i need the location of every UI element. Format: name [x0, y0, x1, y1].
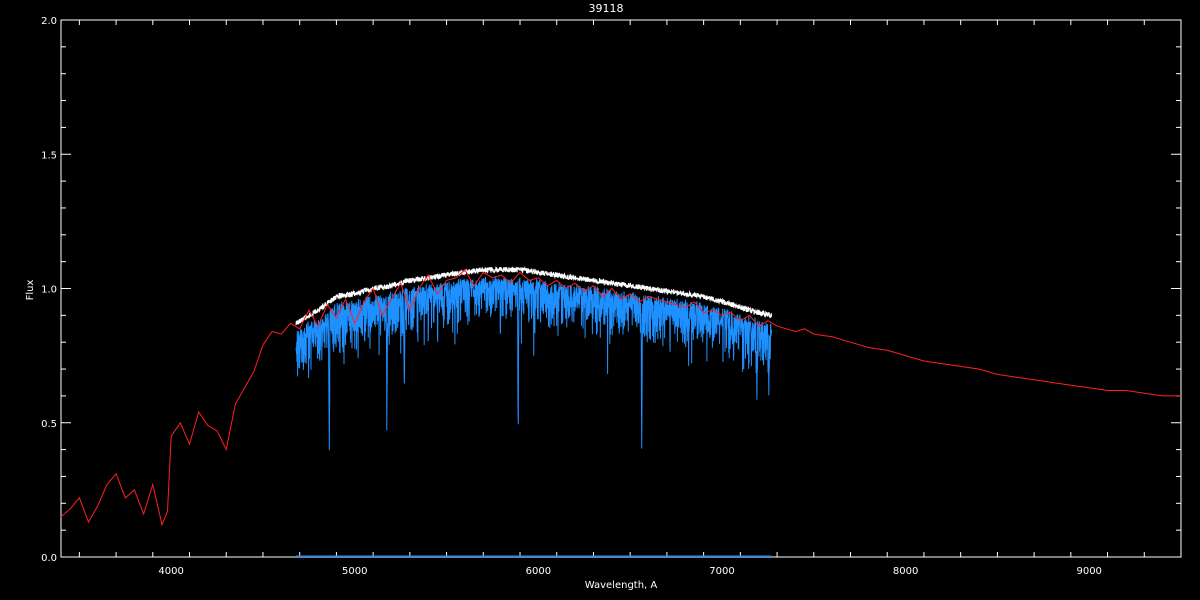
- y-tick-label: 1.5: [41, 150, 57, 161]
- spectrum-chart: 39118 4000 5000 6000 7000 8000 9000 0.0 0.5 1.0…: [25, 2, 1182, 591]
- x-axis-label: Wavelength, A: [585, 580, 658, 591]
- x-tick-label: 6000: [526, 566, 551, 577]
- x-tick-label: 9000: [1076, 566, 1101, 577]
- y-tick-label: 0.0: [41, 553, 57, 564]
- y-axis-ticks: 0.0 0.5 1.0 1.5 2.0: [41, 16, 1181, 564]
- axes-frame: [60, 19, 1182, 558]
- plot-frame: [60, 19, 1182, 558]
- x-tick-label: 7000: [709, 566, 734, 577]
- y-tick-label: 1.0: [41, 285, 57, 296]
- x-tick-label: 5000: [342, 566, 367, 577]
- chart-title: 39118: [589, 2, 624, 15]
- y-tick-label: 0.5: [41, 419, 57, 430]
- y-axis-label: Flux: [25, 280, 36, 301]
- y-tick-label: 2.0: [41, 16, 57, 27]
- x-tick-label: 4000: [158, 566, 183, 577]
- observed-spectrum-line: [295, 276, 772, 451]
- plot-area: [60, 265, 1181, 557]
- x-tick-label: 8000: [893, 566, 918, 577]
